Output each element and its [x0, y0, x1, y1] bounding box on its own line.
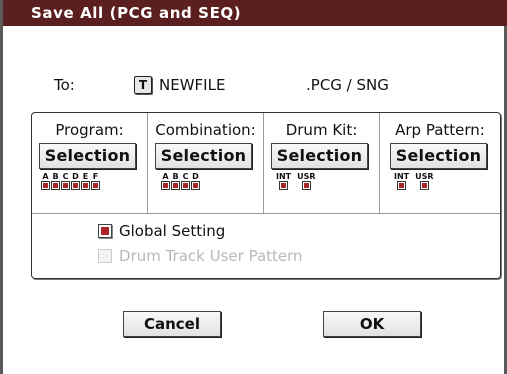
dialog-title: Save All (PCG and SEQ) [31, 4, 242, 22]
bank-slot: INT [276, 172, 291, 190]
bank-slot: USR [415, 172, 434, 190]
arp-pattern-column: Arp Pattern: Selection INT USR [380, 113, 500, 214]
arp-pattern-label: Arp Pattern: [395, 121, 485, 139]
bank-checkbox[interactable] [301, 181, 311, 190]
bank-checkbox[interactable] [161, 181, 170, 190]
bank-slot: D [71, 172, 80, 190]
combination-column: Combination: Selection A B C D [148, 113, 264, 214]
drum-kit-label: Drum Kit: [285, 121, 358, 139]
file-extension: .PCG / SNG [306, 76, 389, 94]
program-label: Program: [55, 121, 124, 139]
bank-checkbox[interactable] [81, 181, 90, 190]
bank-slot-label: D [192, 172, 199, 181]
bank-slot: A [161, 172, 170, 190]
arp-pattern-selection-button[interactable]: Selection [390, 143, 487, 169]
bank-slot-label: E [82, 172, 89, 181]
bank-checkbox[interactable] [71, 181, 80, 190]
ok-button[interactable]: OK [323, 311, 421, 337]
global-setting-checkbox[interactable] [98, 224, 112, 238]
bank-slot: B [171, 172, 180, 190]
selection-columns: Program: Selection A B C D E F Combinati… [32, 113, 500, 214]
bank-slot-label: C [62, 172, 69, 181]
bank-slot: C [61, 172, 70, 190]
bank-slot: C [181, 172, 190, 190]
bank-slot-label: F [92, 172, 99, 181]
destination-row: To: T NEWFILE .PCG / SNG [3, 76, 507, 98]
bank-checkbox[interactable] [51, 181, 60, 190]
drum-track-user-pattern-checkbox [98, 249, 112, 263]
bank-checkbox[interactable] [397, 181, 407, 190]
save-options-panel: Program: Selection A B C D E F Combinati… [31, 112, 501, 279]
bank-slot-label: B [172, 172, 179, 181]
filename-field[interactable]: NEWFILE [159, 76, 225, 94]
cancel-button[interactable]: Cancel [123, 311, 221, 337]
program-column: Program: Selection A B C D E F [32, 113, 148, 214]
combination-label: Combination: [155, 121, 256, 139]
drum-track-user-pattern-label: Drum Track User Pattern [119, 247, 303, 265]
drum-kit-selection-button[interactable]: Selection [271, 143, 368, 169]
bank-slot: A [41, 172, 50, 190]
arp-pattern-bank-slots: INT USR [394, 172, 440, 190]
drum-track-user-pattern-option: Drum Track User Pattern [98, 246, 303, 266]
bank-checkbox[interactable] [171, 181, 180, 190]
global-setting-label: Global Setting [119, 222, 226, 240]
bank-slot-label: INT [276, 172, 292, 181]
save-all-dialog: Save All (PCG and SEQ) To: T NEWFILE .PC… [0, 0, 507, 374]
bank-checkbox[interactable] [91, 181, 100, 190]
bank-slot-label: A [162, 172, 169, 181]
bank-slot: D [191, 172, 200, 190]
bank-slot: USR [297, 172, 316, 190]
bank-slot: B [51, 172, 60, 190]
combination-bank-slots: A B C D [161, 172, 201, 190]
bank-checkbox[interactable] [191, 181, 200, 190]
bank-slot-label: USR [297, 172, 316, 181]
bank-slot-label: B [52, 172, 59, 181]
bank-checkbox[interactable] [41, 181, 50, 190]
combination-selection-button[interactable]: Selection [155, 143, 252, 169]
bank-checkbox[interactable] [181, 181, 190, 190]
bank-slot: INT [394, 172, 409, 190]
dialog-title-bar: Save All (PCG and SEQ) [3, 0, 507, 26]
bank-checkbox[interactable] [279, 181, 289, 190]
to-label: To: [54, 76, 75, 94]
bank-slot-label: USR [415, 172, 434, 181]
bank-slot-label: A [42, 172, 49, 181]
bank-slot-label: C [182, 172, 189, 181]
bank-checkbox[interactable] [61, 181, 70, 190]
program-selection-button[interactable]: Selection [39, 143, 136, 169]
drum-kit-bank-slots: INT USR [276, 172, 322, 190]
bank-checkbox[interactable] [419, 181, 429, 190]
drum-kit-column: Drum Kit: Selection INT USR [264, 113, 380, 214]
bank-slot: F [91, 172, 100, 190]
bank-slot: E [81, 172, 90, 190]
text-edit-icon[interactable]: T [134, 76, 152, 94]
global-setting-option[interactable]: Global Setting [98, 221, 225, 241]
bank-slot-label: INT [394, 172, 410, 181]
program-bank-slots: A B C D E F [41, 172, 101, 190]
bank-slot-label: D [72, 172, 79, 181]
